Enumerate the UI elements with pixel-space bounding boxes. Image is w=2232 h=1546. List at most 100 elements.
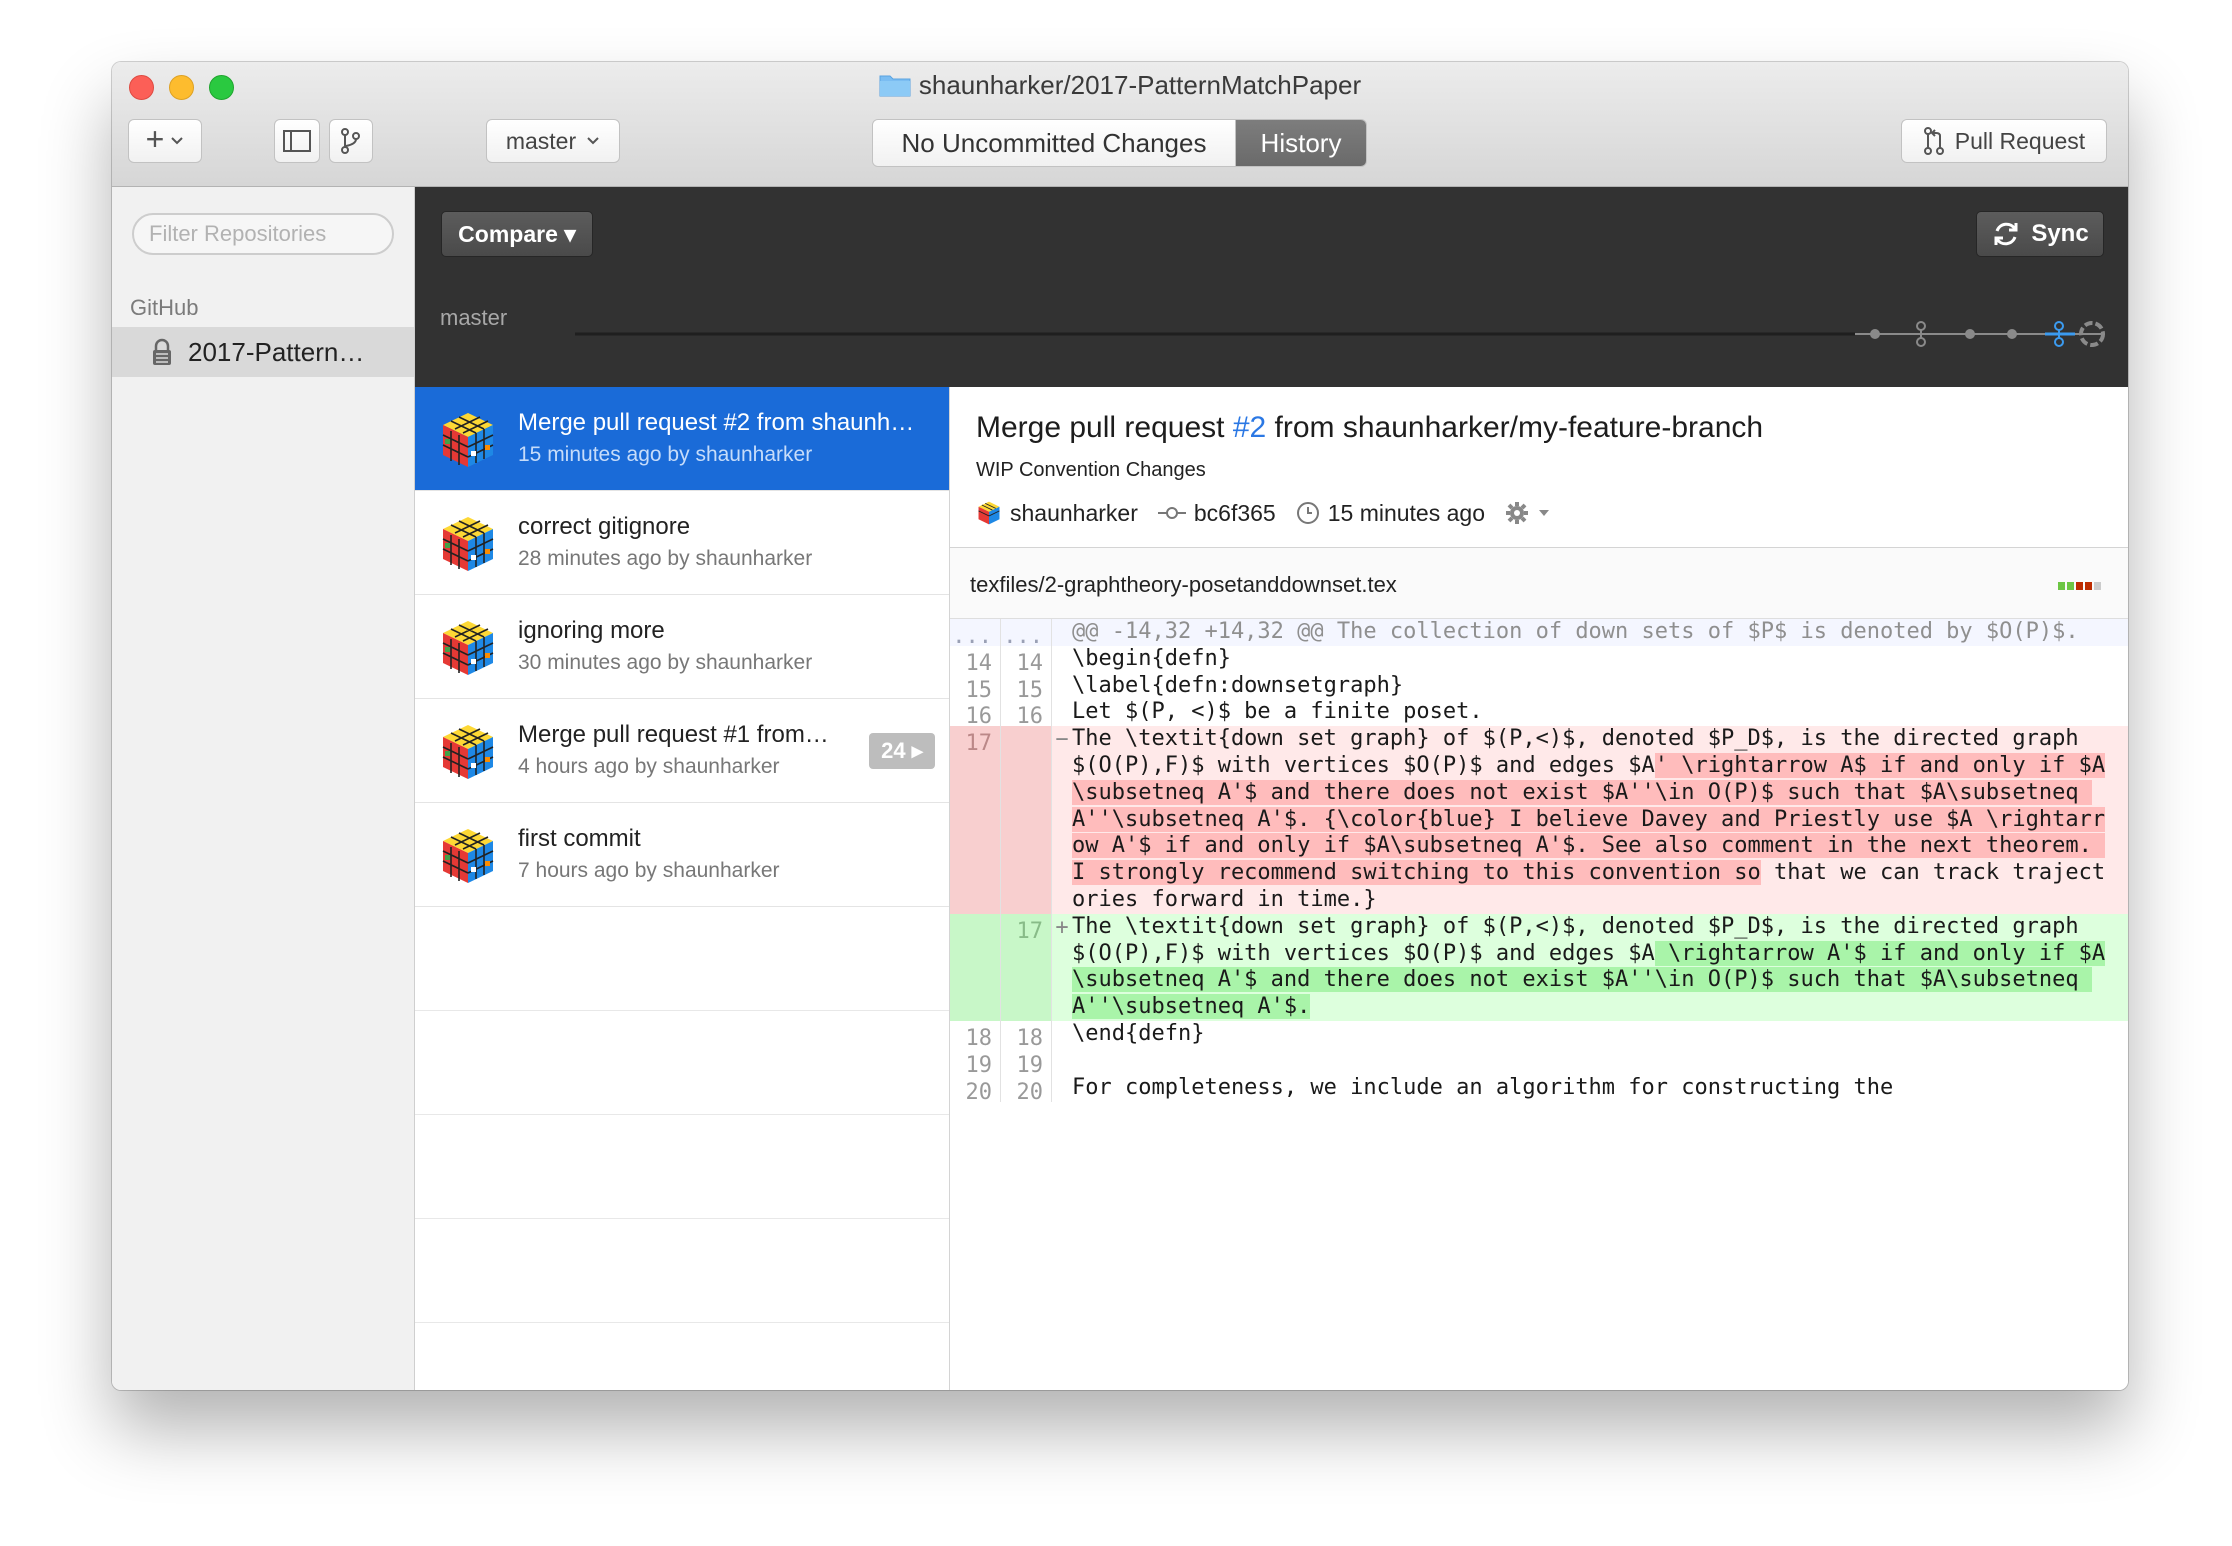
- avatar: [442, 621, 494, 675]
- old-line-number: ...: [950, 619, 1001, 649]
- commit-title: correct gitignore: [518, 513, 691, 540]
- timeline-branch-label: master: [440, 305, 508, 330]
- commit-time: 15 minutes ago: [1296, 500, 1485, 527]
- old-line-number: 18: [950, 1020, 1001, 1051]
- plus-icon: +: [145, 121, 165, 157]
- create-branch-button[interactable]: [329, 119, 373, 163]
- add-repository-button[interactable]: +: [128, 119, 202, 163]
- sync-label: Sync: [2031, 220, 2089, 247]
- diffstat-icon: [2058, 582, 2101, 590]
- branch-selector[interactable]: master: [486, 119, 620, 163]
- sidebar-item-repository[interactable]: 2017-Pattern…: [112, 327, 414, 377]
- pull-request-button[interactable]: Pull Request: [1901, 119, 2107, 163]
- avatar: [978, 501, 1000, 525]
- old-line-number: 16: [950, 699, 1001, 729]
- commit-description: WIP Convention Changes: [976, 459, 1206, 481]
- commit-sha[interactable]: bc6f365: [1157, 499, 1276, 527]
- avatar: [442, 413, 494, 467]
- view-switcher: No Uncommitted Changes History: [872, 119, 1367, 167]
- commit-title: ignoring more: [518, 617, 665, 644]
- sha-label: bc6f365: [1193, 499, 1276, 526]
- pull-request-icon: [1923, 127, 1944, 155]
- new-line-number: 18: [1001, 1020, 1052, 1051]
- file-path: texfiles/2-graphtheory-posetanddownset.t…: [970, 572, 1397, 597]
- diff-context-line: 14 14 \begin{defn}: [950, 645, 2128, 676]
- commit-row[interactable]: ignoring more 30 minutes ago by shaunhar…: [415, 595, 949, 699]
- timeline-selected-merge: [2045, 321, 2075, 347]
- window-title: shaunharker/2017-PatternMatchPaper: [112, 70, 2128, 101]
- diff-hunk-header: ... ... @@ -14,32 +14,32 @@ The collecti…: [950, 619, 2128, 649]
- repository-sidebar: Filter Repositories GitHub 2017-Pattern…: [112, 187, 415, 1390]
- diff-context-line: 15 15 \label{defn:downsetgraph}: [950, 672, 2128, 703]
- diff-view: ... ... @@ -14,32 +14,32 @@ The collecti…: [950, 619, 2128, 1105]
- diff-added-line: 17 + The \textit{down set graph} of $(P,…: [950, 913, 2128, 1021]
- old-line-number: 14: [950, 645, 1001, 676]
- commit-count-badge[interactable]: 24 ▸: [869, 733, 935, 769]
- commit-settings-menu[interactable]: [1505, 501, 1551, 525]
- old-line-number: 15: [950, 672, 1001, 703]
- line-text: \label{defn:downsetgraph}: [1072, 672, 1404, 698]
- compare-button[interactable]: Compare ▾: [441, 211, 593, 257]
- empty-row: [415, 1115, 949, 1219]
- chevron-down-icon: [171, 137, 184, 145]
- sync-button[interactable]: Sync: [1976, 211, 2104, 257]
- line-text: The \textit{down set graph} of $(P,<)$, …: [1072, 914, 2128, 1021]
- app-window: shaunharker/2017-PatternMatchPaper + mas…: [112, 62, 2128, 1390]
- line-text: Let $(P, <)$ be a finite poset.: [1072, 699, 1483, 725]
- commit-author[interactable]: shaunharker: [976, 500, 1138, 527]
- timeline-commit-dot: [1870, 329, 1880, 339]
- title-suffix: from shaunharker/my-feature-branch: [1266, 411, 1764, 444]
- new-line-number: 19: [1001, 1047, 1052, 1078]
- new-line-number: [1001, 726, 1052, 914]
- author-name: shaunharker: [1010, 499, 1138, 526]
- pull-request-link[interactable]: #2: [1233, 411, 1266, 444]
- commit-meta: 28 minutes ago by shaunharker: [518, 547, 813, 570]
- commit-meta-row: shaunharker bc6f365 15 minutes ago: [976, 497, 1571, 529]
- commit-row[interactable]: first commit 7 hours ago by shaunharker: [415, 803, 949, 907]
- commit-list: Merge pull request #2 from shaunh… 15 mi…: [415, 387, 950, 1390]
- commit-row[interactable]: Merge pull request #2 from shaunh… 15 mi…: [415, 387, 949, 491]
- repository-name: 2017-Pattern…: [188, 336, 365, 367]
- commit-timeline[interactable]: [575, 307, 2105, 357]
- title-prefix: Merge pull request: [976, 411, 1233, 444]
- sidebar-section-github: GitHub: [130, 295, 199, 320]
- tab-history[interactable]: History: [1236, 120, 1366, 166]
- empty-row: [415, 1219, 949, 1323]
- commit-row[interactable]: correct gitignore 28 minutes ago by shau…: [415, 491, 949, 595]
- pull-request-label: Pull Request: [1954, 127, 2086, 154]
- commit-detail-title: Merge pull request #2 from shaunharker/m…: [976, 411, 1763, 445]
- new-line-number: 14: [1001, 645, 1052, 676]
- time-label: 15 minutes ago: [1327, 499, 1485, 526]
- clock-icon: [1296, 502, 1319, 524]
- file-header[interactable]: texfiles/2-graphtheory-posetanddownset.t…: [950, 548, 2128, 619]
- sync-icon: [1994, 222, 2018, 246]
- commit-row[interactable]: Merge pull request #1 from… 4 hours ago …: [415, 699, 949, 803]
- old-line-number: 17: [950, 726, 1001, 914]
- commit-detail: Merge pull request #2 from shaunharker/m…: [950, 387, 2128, 1390]
- folder-icon: [879, 75, 911, 97]
- filter-placeholder: Filter Repositories: [149, 221, 327, 246]
- diff-context-line: 20 20 For completeness, we include an al…: [950, 1074, 2128, 1105]
- line-text: The \textit{down set graph} of $(P,<)$, …: [1072, 726, 2128, 914]
- tab-uncommitted-changes[interactable]: No Uncommitted Changes: [873, 120, 1236, 166]
- toggle-sidebar-button[interactable]: [274, 119, 320, 163]
- new-line-number: 20: [1001, 1074, 1052, 1105]
- commit-title: Merge pull request #2 from shaunh…: [518, 409, 915, 436]
- filter-repositories-input[interactable]: Filter Repositories: [132, 213, 394, 255]
- diff-context-line: 18 18 \end{defn}: [950, 1020, 2128, 1051]
- plus-sign: +: [1055, 914, 1069, 940]
- window-title-text: shaunharker/2017-PatternMatchPaper: [918, 70, 1362, 100]
- new-line-number: 16: [1001, 699, 1052, 729]
- gear-icon: [1506, 502, 1528, 524]
- chevron-down-icon: [587, 137, 599, 145]
- old-line-number: [950, 913, 1001, 1021]
- avatar: [442, 829, 494, 883]
- old-line-number: 19: [950, 1047, 1001, 1078]
- commit-title: Merge pull request #1 from…: [518, 721, 829, 748]
- timeline-commit-dot: [2007, 329, 2017, 339]
- lock-icon: [153, 338, 171, 365]
- diff-context-line: 16 16 Let $(P, <)$ be a finite poset.: [950, 699, 2128, 729]
- titlebar: shaunharker/2017-PatternMatchPaper + mas…: [112, 62, 2128, 187]
- commit-meta: 4 hours ago by shaunharker: [518, 755, 780, 778]
- branch-selector-label: master: [505, 127, 577, 154]
